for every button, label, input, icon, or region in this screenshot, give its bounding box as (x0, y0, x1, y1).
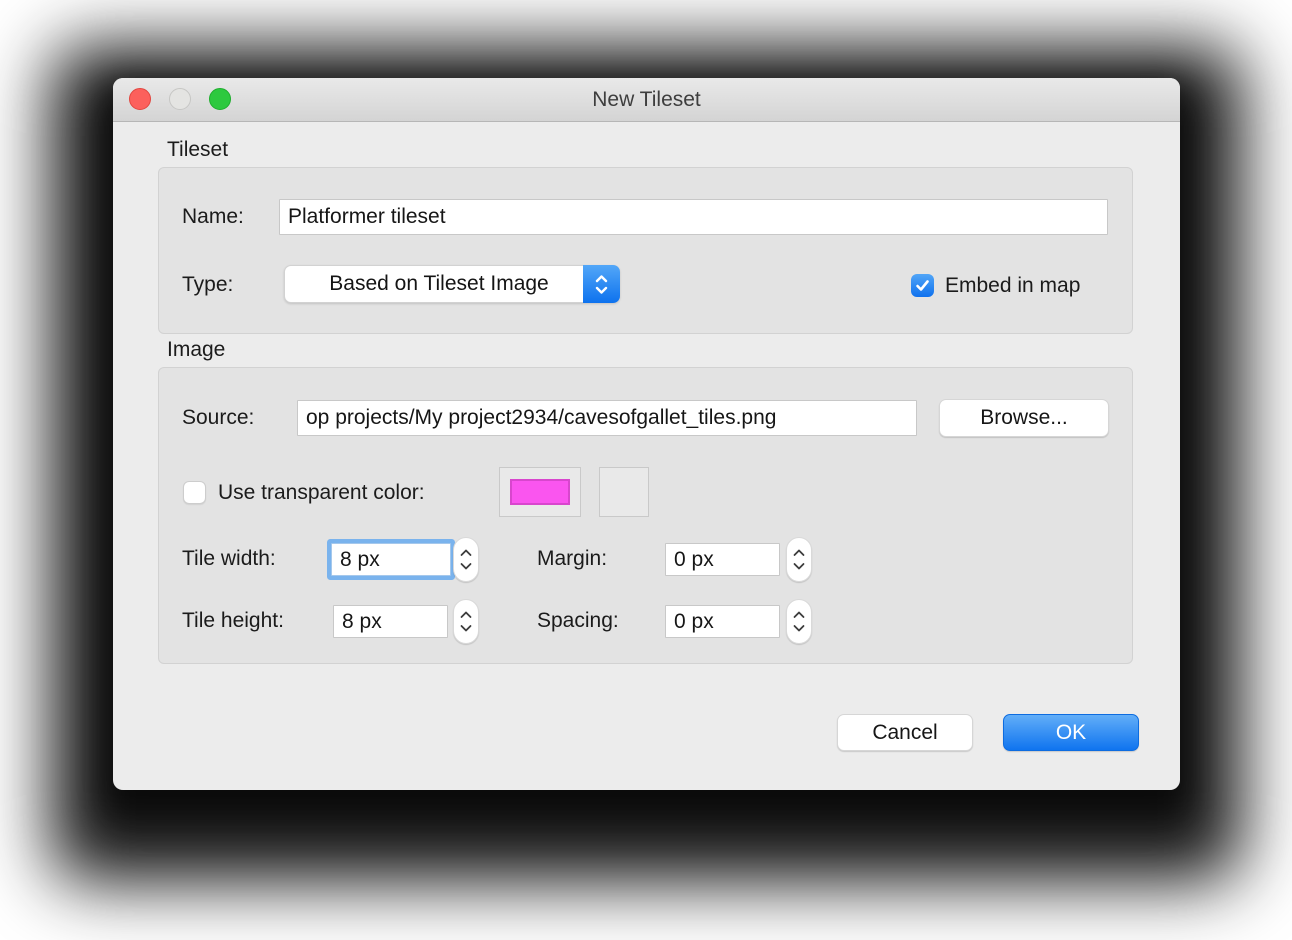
color-swatch (510, 479, 570, 505)
checkmark-icon (915, 279, 930, 292)
tile-width-stepper (453, 537, 479, 582)
tile-height-label: Tile height: (182, 604, 284, 638)
stepper-up-button[interactable] (460, 549, 472, 557)
stepper-up-button[interactable] (793, 549, 805, 557)
cancel-button[interactable]: Cancel (837, 714, 973, 751)
type-label: Type: (182, 266, 233, 304)
type-dropdown[interactable]: Based on Tileset Image (284, 265, 620, 303)
ok-button[interactable]: OK (1003, 714, 1139, 751)
stepper-down-button[interactable] (460, 562, 472, 570)
type-dropdown-value: Based on Tileset Image (285, 272, 583, 296)
titlebar[interactable]: New Tileset (113, 78, 1180, 122)
image-group-label: Image (167, 338, 225, 362)
tile-height-input[interactable] (333, 605, 448, 638)
stepper-down-button[interactable] (793, 624, 805, 632)
tileset-group-label: Tileset (167, 138, 228, 162)
tile-width-input[interactable] (331, 543, 451, 576)
stepper-up-button[interactable] (460, 611, 472, 619)
name-input[interactable] (279, 199, 1108, 235)
stepper-up-button[interactable] (793, 611, 805, 619)
source-input[interactable] (297, 400, 917, 436)
stepper-down-button[interactable] (460, 624, 472, 632)
margin-label: Margin: (537, 542, 607, 576)
spacing-label: Spacing: (537, 604, 619, 638)
embed-in-map-label: Embed in map (945, 274, 1080, 297)
source-label: Source: (182, 400, 254, 436)
window-title: New Tileset (113, 78, 1180, 122)
new-tileset-dialog: New Tileset Tileset Name: Type: Based on… (113, 78, 1180, 790)
spacing-input[interactable] (665, 605, 780, 638)
name-label: Name: (182, 199, 244, 235)
tile-height-stepper (453, 599, 479, 644)
chevron-up-down-icon (583, 265, 620, 303)
tileset-group-box (158, 167, 1133, 334)
stepper-down-button[interactable] (793, 562, 805, 570)
spacing-stepper (786, 599, 812, 644)
margin-input[interactable] (665, 543, 780, 576)
use-transparent-color-checkbox[interactable] (183, 481, 206, 504)
screen: New Tileset Tileset Name: Type: Based on… (0, 0, 1292, 940)
transparent-color-swatch-button[interactable] (499, 467, 581, 517)
margin-stepper (786, 537, 812, 582)
color-picker-button[interactable] (599, 467, 649, 517)
tile-width-label: Tile width: (182, 542, 276, 576)
embed-in-map-checkbox[interactable] (911, 274, 934, 297)
browse-button[interactable]: Browse... (939, 399, 1109, 437)
use-transparent-color-label: Use transparent color: (218, 481, 425, 504)
